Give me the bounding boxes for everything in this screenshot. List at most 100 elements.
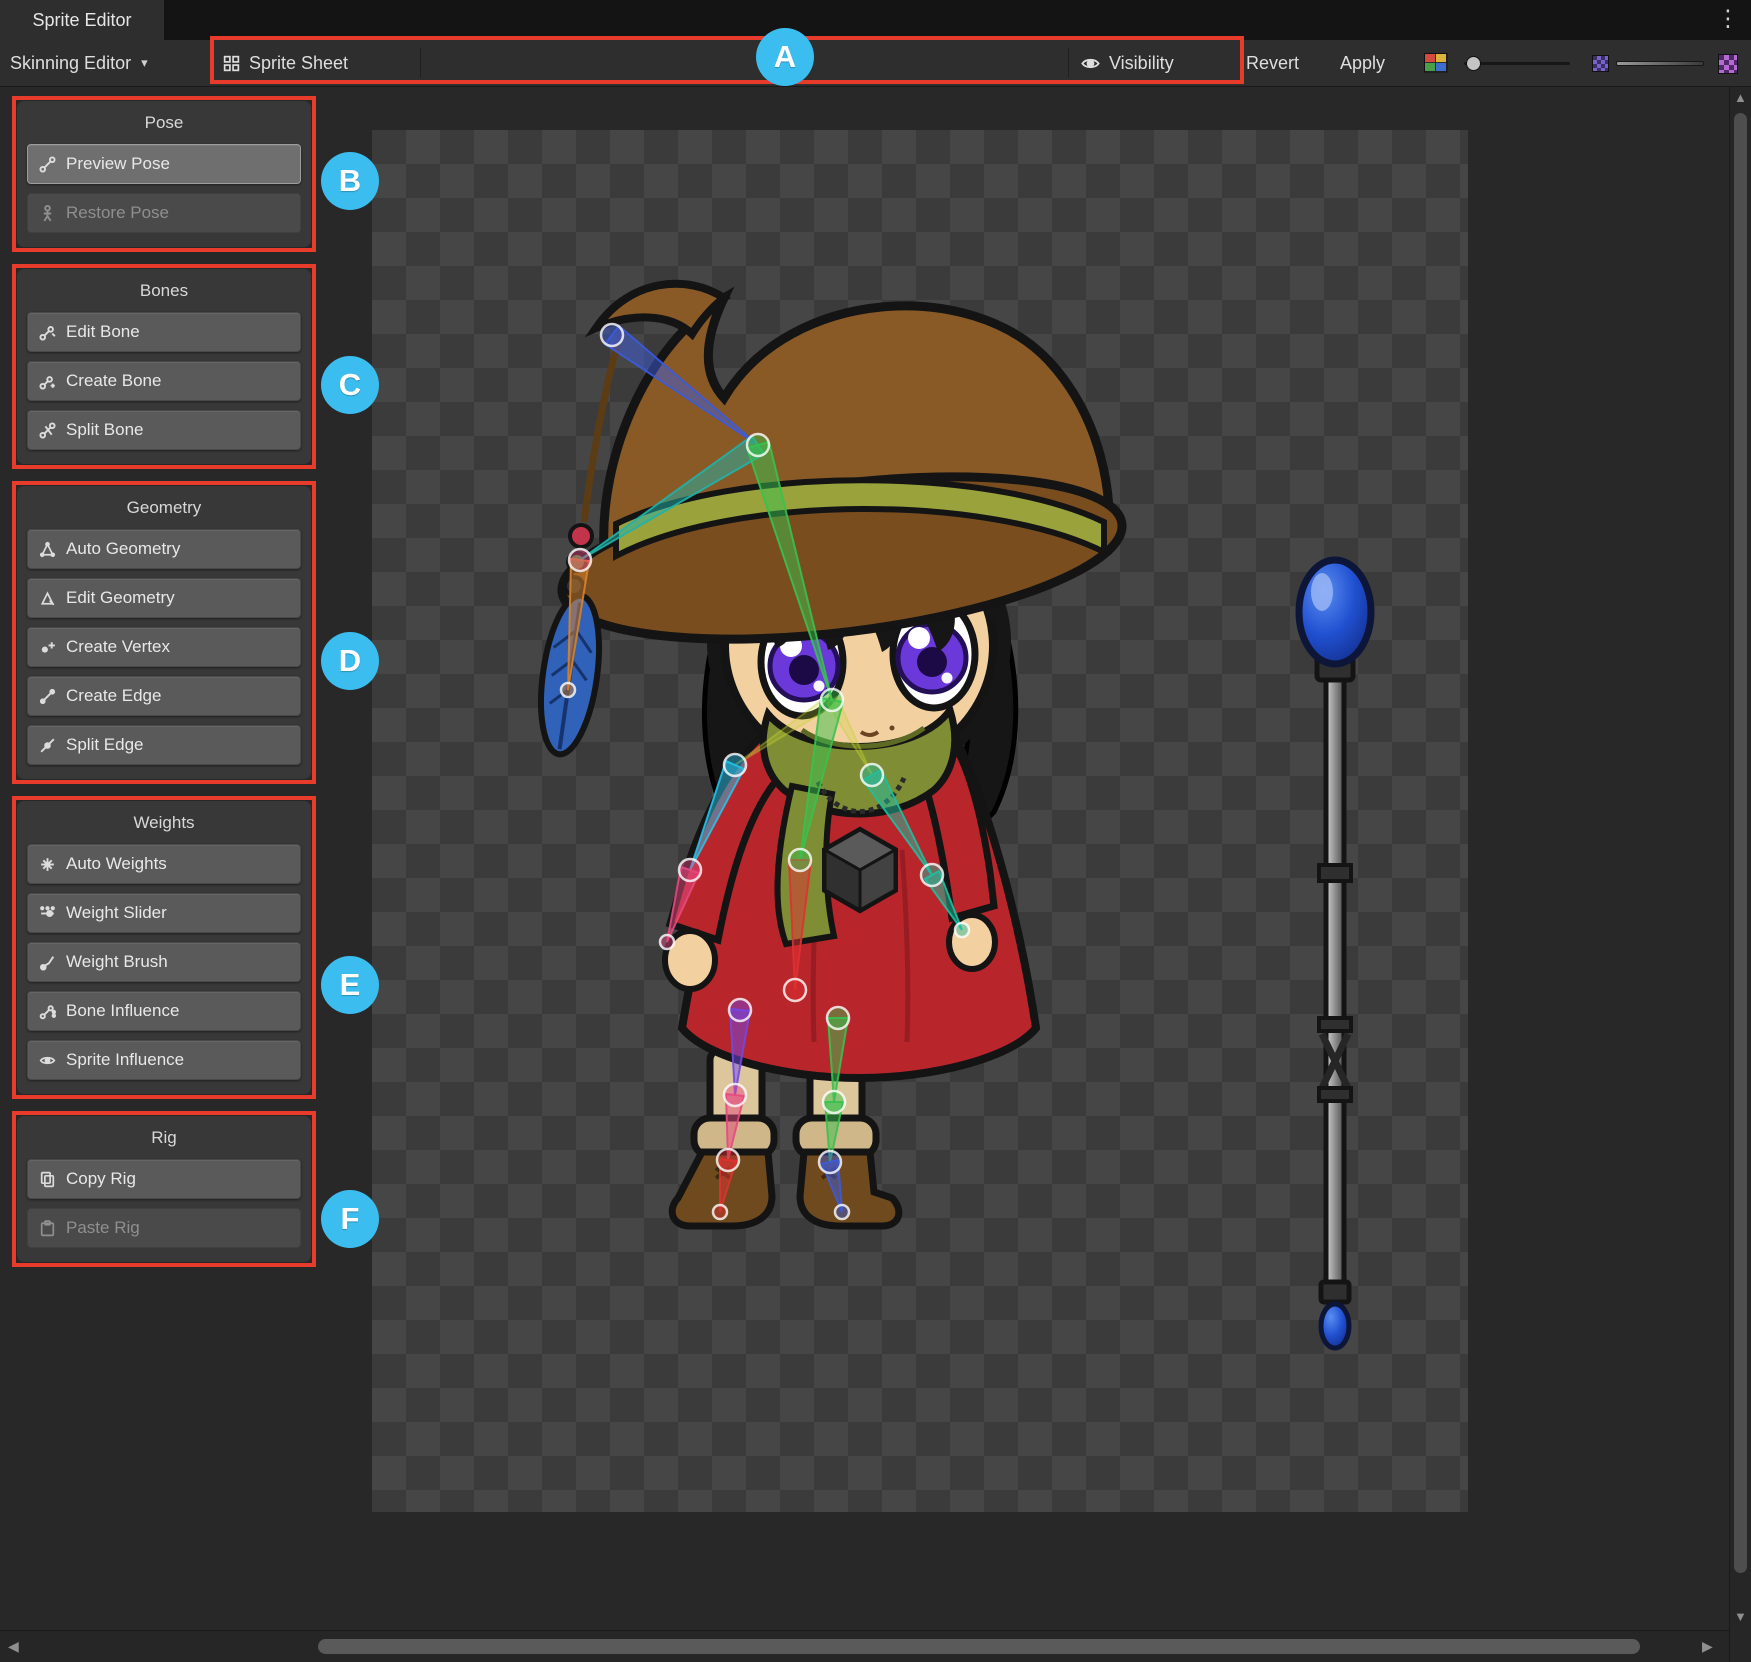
staff-sprite	[1299, 560, 1371, 1348]
bones-panel: Bones Edit Bone Create Bone	[16, 268, 312, 465]
edit-bone-button[interactable]: Edit Bone	[27, 312, 301, 352]
paste-rig-icon	[38, 1219, 57, 1238]
preview-pose-button[interactable]: Preview Pose	[27, 144, 301, 184]
create-vertex-button[interactable]: Create Vertex	[27, 627, 301, 667]
bone-joint	[601, 324, 623, 346]
mode-dropdown[interactable]: Skinning Editor ▾	[10, 40, 148, 86]
create-edge-button[interactable]: Create Edge	[27, 676, 301, 716]
texture-icon[interactable]	[1592, 55, 1609, 72]
bone-joint	[827, 1007, 849, 1029]
bone-joint	[955, 923, 969, 937]
annotation-letter: C	[339, 367, 361, 403]
sprite-influence-icon	[38, 1051, 57, 1070]
zoom-slider-knob[interactable]	[1466, 56, 1481, 71]
weight-brush-button[interactable]: Weight Brush	[27, 942, 301, 982]
button-label: Edit Bone	[66, 322, 140, 342]
kebab-menu-icon[interactable]: ⋮	[1715, 5, 1741, 32]
bone-joint	[660, 935, 674, 949]
bone-joint	[569, 549, 591, 571]
auto-weights-button[interactable]: Auto Weights	[27, 844, 301, 884]
button-label: Paste Rig	[66, 1218, 140, 1238]
bone-joint	[921, 864, 943, 886]
button-label: Edit Geometry	[66, 588, 175, 608]
annotation-letter: B	[339, 163, 361, 199]
panel-title: Bones	[27, 275, 301, 303]
tab-bar: Sprite Editor ⋮	[0, 0, 1751, 40]
button-label: Weight Slider	[66, 903, 167, 923]
bone-joint	[724, 1084, 746, 1106]
bone-joint	[861, 764, 883, 786]
horizontal-scroll-thumb[interactable]	[318, 1639, 1640, 1654]
annotation-circle-e: E	[321, 956, 379, 1014]
visibility-button[interactable]: Visibility	[1080, 40, 1174, 86]
rig-panel: Rig Copy Rig Paste Rig	[16, 1115, 312, 1263]
apply-label: Apply	[1340, 53, 1385, 74]
button-label: Restore Pose	[66, 203, 169, 223]
sprite-sheet-icon	[222, 54, 241, 73]
annotation-letter: D	[339, 643, 361, 679]
restore-pose-icon	[38, 204, 57, 223]
toolbar-divider	[1068, 48, 1069, 78]
split-bone-button[interactable]: Split Bone	[27, 410, 301, 450]
panel-title: Weights	[27, 807, 301, 835]
tab-title: Sprite Editor	[32, 10, 131, 31]
apply-button[interactable]: Apply	[1340, 40, 1385, 86]
revert-button[interactable]: Revert	[1246, 40, 1299, 86]
panel-title: Rig	[27, 1122, 301, 1150]
visibility-label: Visibility	[1109, 53, 1174, 74]
edit-geometry-icon	[38, 589, 57, 608]
zoom-slider[interactable]	[1464, 62, 1570, 65]
tab-sprite-editor[interactable]: Sprite Editor	[0, 0, 164, 40]
create-bone-button[interactable]: Create Bone	[27, 361, 301, 401]
weight-brush-icon	[38, 953, 57, 972]
auto-geometry-button[interactable]: Auto Geometry	[27, 529, 301, 569]
annotation-letter: F	[341, 1201, 360, 1237]
character-sprite	[532, 284, 1131, 1226]
annotation-box-e: Weights Auto Weights Weight Slider	[12, 796, 316, 1099]
weights-panel: Weights Auto Weights Weight Slider	[16, 800, 312, 1095]
annotation-circle-b: B	[321, 152, 379, 210]
bone-joint	[713, 1205, 727, 1219]
sprite-canvas[interactable]	[372, 130, 1468, 1512]
annotation-box-f: Rig Copy Rig Paste Rig	[12, 1111, 316, 1267]
copy-rig-icon	[38, 1170, 57, 1189]
scroll-right-icon[interactable]: ▶	[1702, 1638, 1713, 1655]
sprite-sheet-label: Sprite Sheet	[249, 53, 348, 74]
bone-joint	[717, 1149, 739, 1171]
scroll-down-icon[interactable]: ▼	[1734, 1609, 1747, 1624]
color-palette-icon[interactable]	[1424, 40, 1448, 86]
bone-influence-button[interactable]: Bone Influence	[27, 991, 301, 1031]
toolbar: Skinning Editor ▾ Sprite Sheet Visibilit…	[0, 40, 1751, 87]
button-label: Copy Rig	[66, 1169, 136, 1189]
weight-slider-button[interactable]: Weight Slider	[27, 893, 301, 933]
split-edge-button[interactable]: Split Edge	[27, 725, 301, 765]
copy-rig-button[interactable]: Copy Rig	[27, 1159, 301, 1199]
sprite-sheet-button[interactable]: Sprite Sheet	[222, 40, 348, 86]
panel-title: Pose	[27, 107, 301, 135]
annotation-letter: E	[340, 967, 361, 1003]
button-label: Auto Weights	[66, 854, 167, 874]
annotation-box-c: Bones Edit Bone Create Bone	[12, 264, 316, 469]
create-vertex-icon	[38, 638, 57, 657]
button-label: Create Vertex	[66, 637, 170, 657]
bone-joint	[821, 689, 843, 711]
horizontal-scrollbar[interactable]: ◀ ▶	[0, 1630, 1729, 1662]
scroll-left-icon[interactable]: ◀	[8, 1638, 19, 1655]
restore-pose-button[interactable]: Restore Pose	[27, 193, 301, 233]
mipmap-icon[interactable]	[1718, 54, 1738, 74]
scroll-up-icon[interactable]: ▲	[1734, 90, 1747, 105]
gradient-slider[interactable]	[1616, 61, 1704, 66]
annotation-circle-d: D	[321, 632, 379, 690]
sprite-influence-button[interactable]: Sprite Influence	[27, 1040, 301, 1080]
vertical-scrollbar[interactable]: ▲ ▼	[1729, 87, 1751, 1662]
button-label: Weight Brush	[66, 952, 168, 972]
vertical-scroll-thumb[interactable]	[1734, 113, 1747, 1573]
button-label: Bone Influence	[66, 1001, 179, 1021]
edit-geometry-button[interactable]: Edit Geometry	[27, 578, 301, 618]
split-bone-icon	[38, 421, 57, 440]
paste-rig-button[interactable]: Paste Rig	[27, 1208, 301, 1248]
auto-weights-icon	[38, 855, 57, 874]
bone-joint	[789, 849, 811, 871]
weight-slider-icon	[38, 904, 57, 923]
annotation-circle-c: C	[321, 356, 379, 414]
